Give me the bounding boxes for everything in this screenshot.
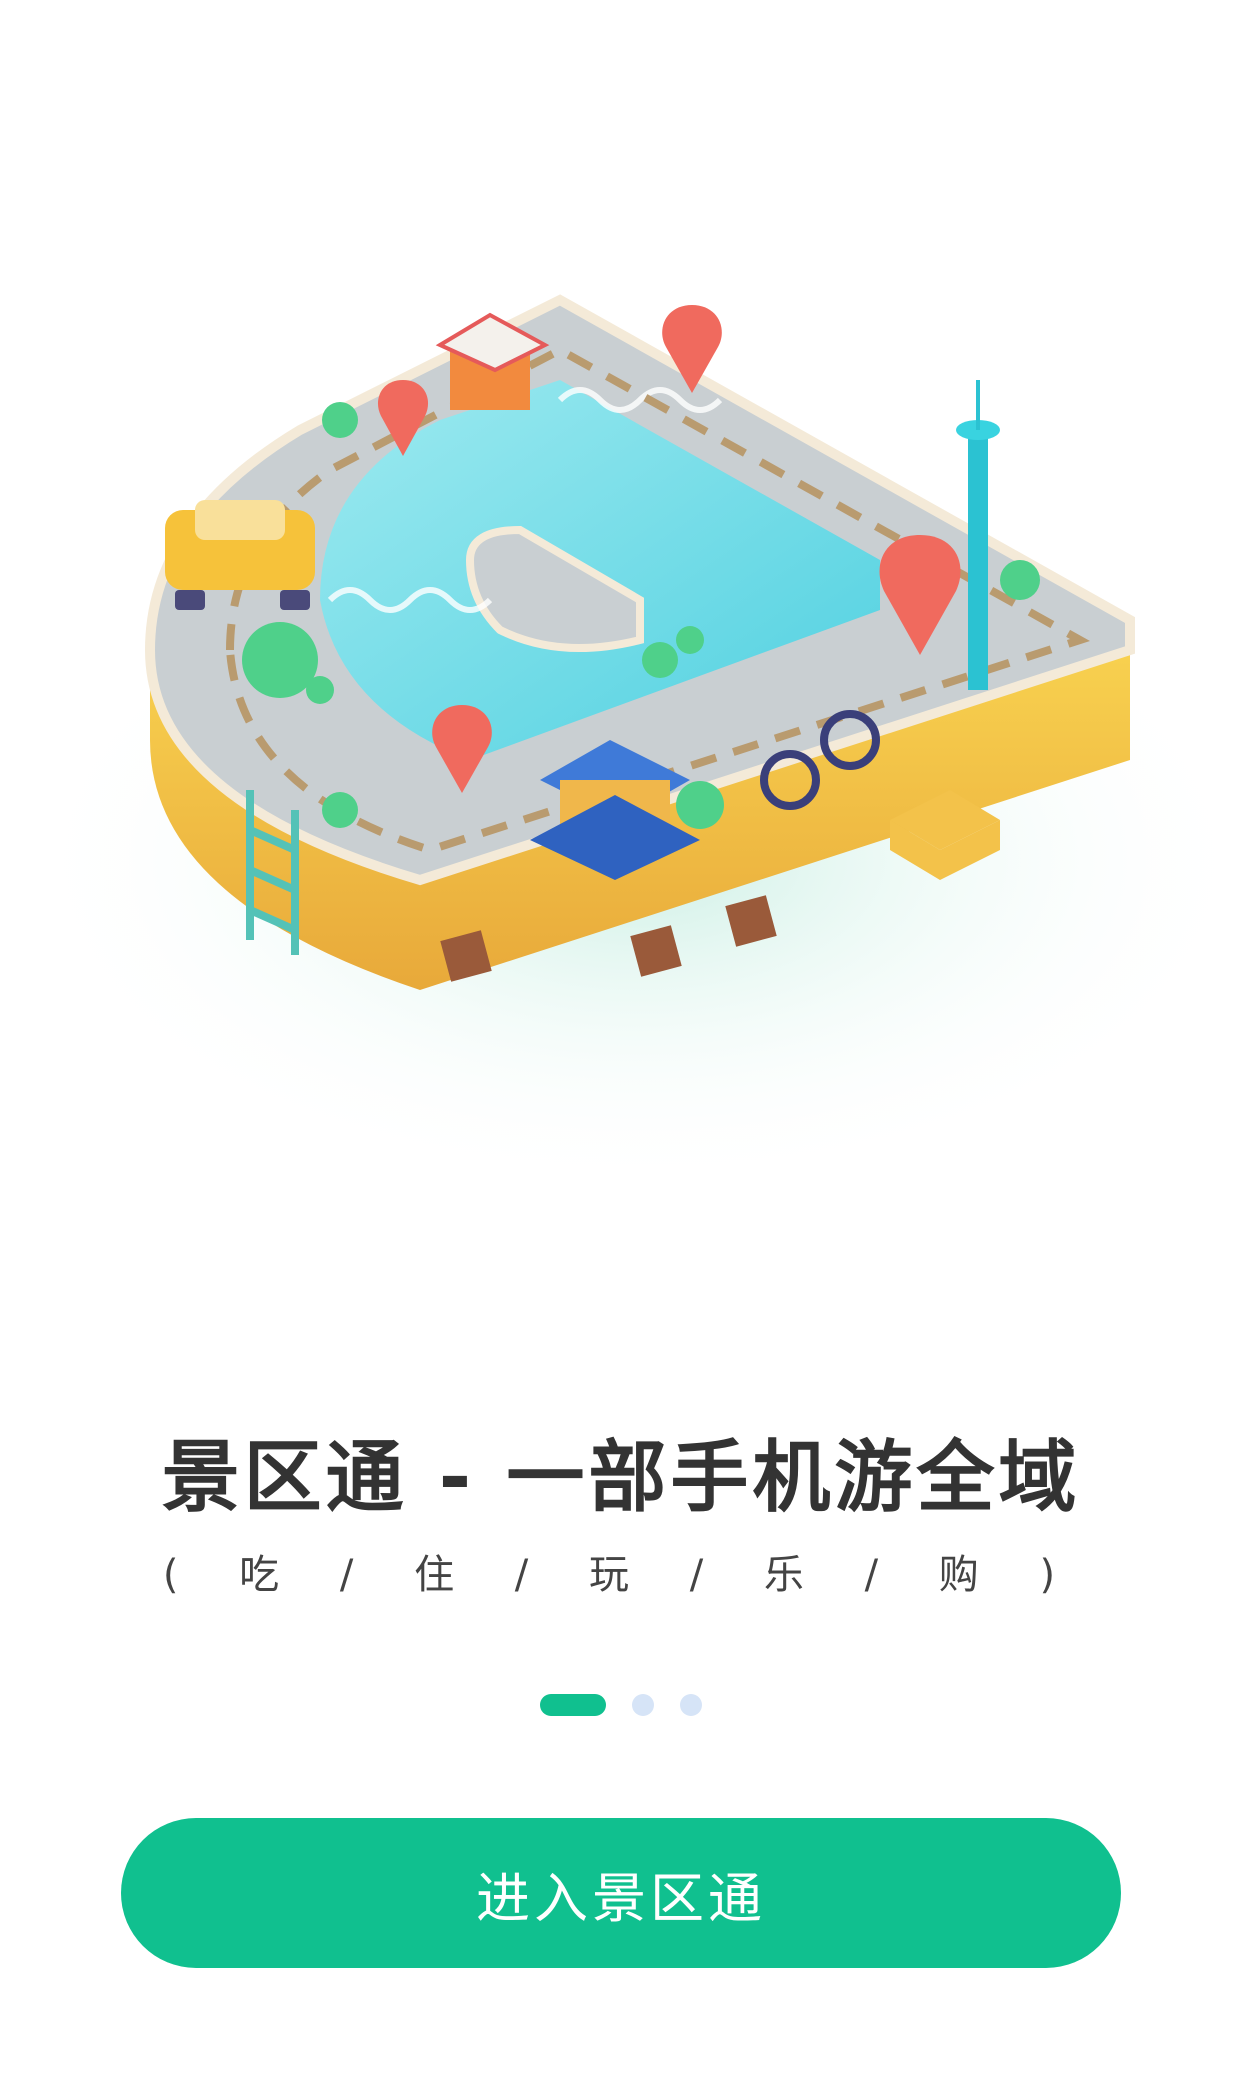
- page-indicator-dot[interactable]: [680, 1694, 702, 1716]
- hero-illustration: [0, 0, 1242, 1300]
- page-indicator: [0, 1694, 1242, 1716]
- page-indicator-dot[interactable]: [632, 1694, 654, 1716]
- enter-app-button[interactable]: 进入景区通: [121, 1818, 1121, 1968]
- page-title: 景区通 - 一部手机游全域: [161, 1433, 1081, 1523]
- scenic-map-illustration: [20, 294, 1242, 1190]
- page-subtitle: ( 吃 / 住 / 玩 / 乐 / 购 ): [162, 1552, 1080, 1598]
- page-indicator-dot-active[interactable]: [540, 1694, 606, 1716]
